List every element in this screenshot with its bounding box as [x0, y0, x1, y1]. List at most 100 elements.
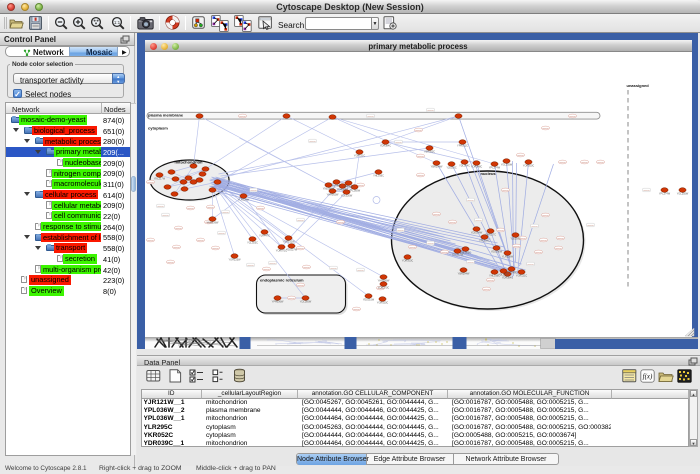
svg-text:xxx-xx: xxx-xx [288, 298, 295, 300]
svg-text:xxx-xx: xxx-xx [467, 262, 474, 264]
svg-text:YPL274W: YPL274W [658, 193, 670, 196]
svg-text:YPL234C: YPL234C [479, 240, 490, 243]
svg-text:f(x): f(x) [643, 373, 653, 381]
svg-text:xxx-xx: xxx-xx [222, 212, 229, 214]
svg-text:xxx-xx: xxx-xx [597, 162, 604, 164]
svg-text:xxx-xx: xxx-xx [147, 182, 154, 184]
svg-text:xxx-xx: xxx-xx [353, 309, 360, 311]
svg-text:xxx-xx: xxx-xx [581, 162, 588, 164]
svg-text:YER053C: YER053C [423, 151, 434, 154]
svg-text:YCL025C: YCL025C [247, 242, 258, 245]
svg-text:xxx-xx: xxx-xx [175, 228, 182, 230]
svg-text:YPL265W: YPL265W [348, 190, 360, 193]
svg-text:mitochondrion: mitochondrion [174, 160, 203, 165]
svg-text:xxx-xx: xxx-xx [147, 240, 154, 242]
svg-text:xxx-xx: xxx-xx [497, 230, 504, 232]
svg-text:YOR100C: YOR100C [522, 165, 534, 168]
svg-text:YJL093C: YJL093C [510, 238, 520, 241]
svg-text:xxx-xx: xxx-xx [531, 226, 538, 228]
svg-text:YEL027W: YEL027W [285, 249, 297, 252]
svg-text:xxx-xx: xxx-xx [157, 206, 164, 208]
svg-text:YOR348C: YOR348C [470, 166, 482, 169]
svg-text:YPL274W: YPL274W [488, 167, 500, 170]
svg-text:xxx-xx: xxx-xx [643, 190, 650, 192]
svg-text:xxx-xx: xxx-xx [397, 230, 404, 232]
svg-text:xxx-xx: xxx-xx [187, 208, 194, 210]
svg-text:xxx-xx: xxx-xx [433, 214, 440, 216]
svg-text:YOR348C: YOR348C [505, 272, 517, 275]
svg-text:xxx-xx: xxx-xx [257, 208, 264, 210]
svg-text:xxx-xx: xxx-xx [207, 207, 214, 209]
svg-text:xxx-xx: xxx-xx [449, 222, 456, 224]
svg-text:xxx-xx: xxx-xx [395, 142, 402, 144]
svg-text:xxx-xx: xxx-xx [173, 247, 180, 249]
svg-text:YGR020C: YGR020C [376, 302, 388, 305]
svg-text:YDL185W: YDL185W [299, 301, 311, 304]
svg-text:xxx-xx: xxx-xx [309, 141, 316, 143]
svg-text:YOL020W: YOL020W [340, 195, 352, 198]
svg-text:YBR294W: YBR294W [430, 166, 442, 169]
svg-text:xxx-xx: xxx-xx [557, 238, 564, 240]
svg-text:cytoplasm: cytoplasm [148, 126, 168, 131]
svg-text:YEL006W: YEL006W [490, 251, 502, 254]
svg-text:xxx-xx: xxx-xx [483, 289, 490, 291]
svg-text:YKL217W: YKL217W [153, 178, 165, 181]
svg-text:YPR036W: YPR036W [271, 301, 283, 304]
svg-text:unassigned: unassigned [626, 83, 649, 88]
svg-text:YBR294W: YBR294W [457, 273, 469, 276]
svg-text:xxx-xx: xxx-xx [475, 220, 482, 222]
svg-text:YGR121C: YGR121C [353, 155, 365, 158]
svg-text:xxx-xx: xxx-xx [587, 225, 594, 227]
svg-text:xxx-xx: xxx-xx [250, 190, 257, 192]
svg-text:xxx-xx: xxx-xx [417, 156, 424, 158]
svg-text:xxx-xx: xxx-xx [487, 280, 494, 282]
svg-text:xxx-xx: xxx-xx [513, 246, 520, 248]
svg-text:xxx-xx: xxx-xx [162, 215, 169, 217]
svg-text:YIL088C: YIL088C [331, 185, 341, 188]
svg-text:YOR100C: YOR100C [401, 260, 413, 263]
svg-text:xxx-xx: xxx-xx [263, 269, 270, 271]
svg-text:plasma membrane: plasma membrane [148, 112, 184, 117]
svg-text:xxx-xx: xxx-xx [357, 185, 364, 187]
svg-text:YDR384C: YDR384C [501, 277, 512, 280]
svg-text:YGR121C: YGR121C [515, 275, 527, 278]
svg-text:xxx-xx: xxx-xx [517, 155, 524, 157]
svg-text:xxx-xx: xxx-xx [303, 267, 310, 269]
svg-text:xxx-xx: xxx-xx [357, 270, 364, 272]
svg-text:YDL054C: YDL054C [459, 165, 470, 168]
svg-text:xxx-xx: xxx-xx [555, 248, 562, 250]
svg-text:xxx-xx: xxx-xx [502, 190, 509, 192]
svg-text:xxx-xx: xxx-xx [559, 162, 566, 164]
svg-text:xxx-xx: xxx-xx [337, 222, 344, 224]
svg-text:nucleus: nucleus [480, 171, 496, 176]
svg-text:xxx-xx: xxx-xx [367, 116, 374, 118]
svg-text:xxx-xx: xxx-xx [527, 264, 534, 266]
svg-text:YLR447C: YLR447C [259, 235, 270, 238]
svg-text:YHL016C: YHL016C [373, 175, 384, 178]
svg-text:xxx-xx: xxx-xx [247, 265, 254, 267]
svg-text:xxx-xx: xxx-xx [212, 248, 219, 250]
svg-text:xxx-xx: xxx-xx [167, 262, 174, 264]
svg-text:YBR069C: YBR069C [342, 186, 353, 189]
svg-text:xxx-xx: xxx-xx [415, 130, 422, 132]
svg-text:YGL255W: YGL255W [676, 193, 688, 196]
svg-text:xxx-xx: xxx-xx [542, 128, 549, 130]
svg-text:YGR125W: YGR125W [228, 259, 241, 262]
svg-text:xxx-xx: xxx-xx [297, 248, 304, 250]
svg-text:YDR046C: YDR046C [336, 189, 347, 192]
svg-text:xxx-xx: xxx-xx [269, 263, 276, 265]
svg-text:YDR384C: YDR384C [379, 145, 390, 148]
svg-text:xxx-xx: xxx-xx [409, 247, 416, 249]
svg-text:YKR039W: YKR039W [206, 222, 218, 225]
svg-text:xxx-xx: xxx-xx [467, 200, 474, 202]
svg-text:YEL051W: YEL051W [362, 299, 374, 302]
svg-text:YBR127C: YBR127C [484, 234, 495, 237]
svg-text:xxx-xx: xxx-xx [540, 240, 547, 242]
svg-text:YGL255W: YGL255W [500, 164, 512, 167]
svg-text:xxx-xx: xxx-xx [297, 220, 304, 222]
svg-text:xxx-xx: xxx-xx [239, 116, 246, 118]
svg-text:YLR138W: YLR138W [501, 256, 513, 259]
svg-text:xxx-xx: xxx-xx [218, 233, 225, 235]
svg-text:YJL093C: YJL093C [446, 167, 456, 170]
svg-text:endoplasmic reticulum: endoplasmic reticulum [260, 278, 304, 283]
